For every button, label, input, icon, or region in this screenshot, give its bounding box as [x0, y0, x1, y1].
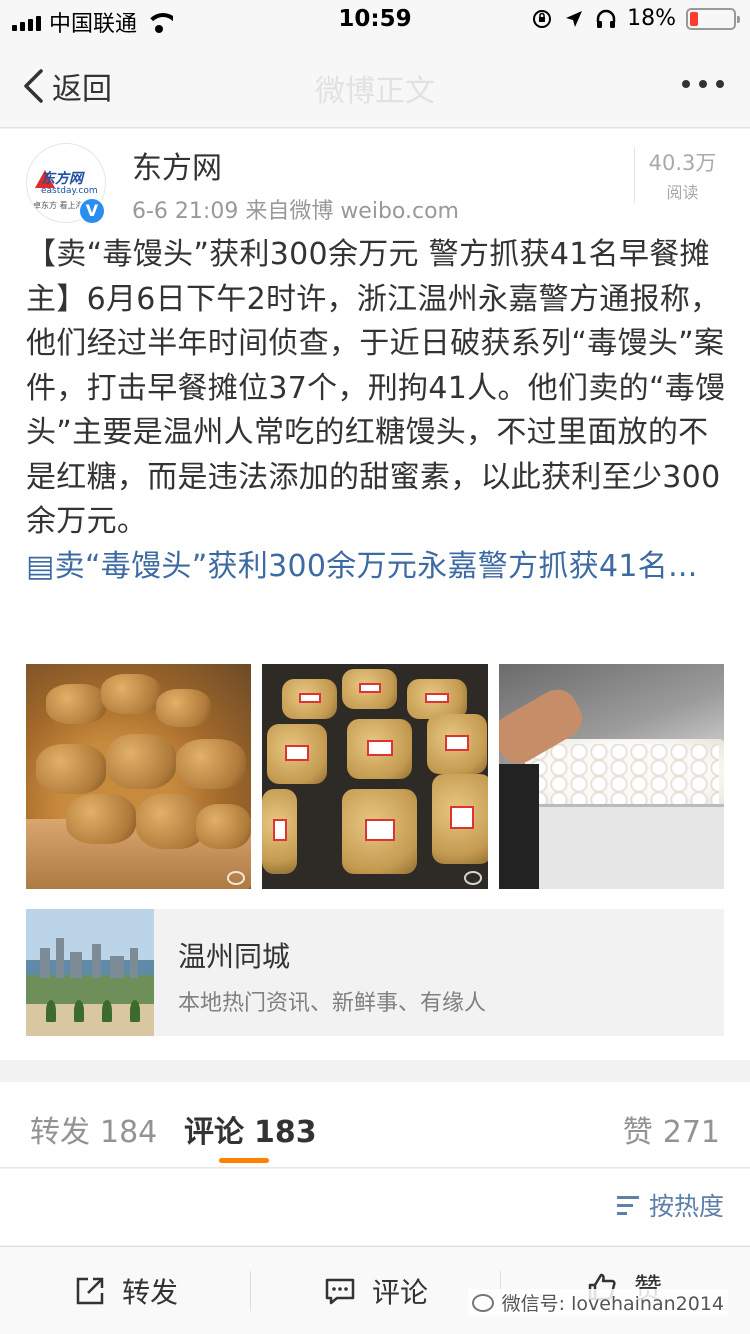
interaction-tabs: 转发 184 评论 183 赞 271 [0, 1082, 750, 1168]
read-count-label: 阅读 [666, 183, 699, 202]
verified-badge-icon: V [78, 197, 106, 225]
comment-icon [325, 1278, 355, 1305]
evidence-bun [262, 789, 298, 874]
sort-icon [616, 1194, 641, 1216]
read-count-number: 40.3万 [648, 151, 717, 175]
tab-likes-count: 271 [662, 1115, 720, 1150]
photo-grid [26, 664, 724, 889]
photo-tagged-buns[interactable] [262, 664, 488, 889]
evidence-bun [282, 679, 338, 719]
sort-row: 按热度 [0, 1169, 750, 1245]
city-thumbnail [26, 909, 154, 1036]
article-link[interactable]: ▤卖“毒馒头”获利300余万元永嘉警方抓获41名... [26, 549, 698, 584]
bun [196, 804, 251, 849]
evidence-bun [342, 789, 418, 874]
weibo-watermark-icon [463, 871, 482, 885]
bun [106, 734, 176, 789]
headphones-icon [596, 9, 616, 28]
active-tab-indicator [219, 1158, 269, 1163]
battery-level [690, 11, 698, 26]
evidence-bun [342, 669, 398, 709]
comment-button[interactable]: 评论 [324, 1271, 428, 1311]
bun [156, 689, 211, 727]
location-link-card[interactable]: 温州同城 本地热门资讯、新鲜事、有缘人 [26, 909, 724, 1036]
tab-repost-label: 转发 [30, 1115, 90, 1150]
post-card: 东方网 eastday.com 卓东方 看上海 看… V 东方网 6-6 21:… [0, 129, 750, 1060]
page-title: 微博正文 [315, 74, 435, 109]
evidence-bun [432, 774, 488, 864]
battery-icon [686, 7, 740, 30]
more-button[interactable] [682, 80, 724, 88]
tab-likes-label: 赞 [622, 1115, 653, 1150]
link-card-subtitle: 本地热门资讯、新鲜事、有缘人 [178, 991, 487, 1016]
wechat-watermark: 微信号: lovehainan2014 [467, 1289, 728, 1316]
tab-comments-count: 183 [254, 1115, 317, 1150]
tab-comments-label: 评论 [184, 1115, 244, 1150]
more-dots-icon [682, 80, 690, 88]
bottom-toolbar: 转发 评论 赞 微信号: lovehainan2014 [0, 1246, 750, 1334]
article-icon: ▤ [26, 548, 55, 584]
person [498, 764, 539, 889]
tab-likes[interactable]: 赞 271 [623, 1107, 720, 1151]
wechat-icon [471, 1293, 494, 1312]
post-meta: 6-6 21:09 来自微博 weibo.com [132, 199, 459, 224]
status-bar: 中国联通 10:59 18% [0, 0, 750, 40]
divider [250, 1271, 251, 1311]
steamed-buns [528, 744, 719, 804]
read-count: 40.3万 阅读 [634, 147, 730, 203]
watermark-text: 微信号: lovehainan2014 [501, 1293, 724, 1315]
sort-label: 按热度 [648, 1192, 724, 1221]
author-name[interactable]: 东方网 [132, 143, 222, 187]
share-icon [76, 1277, 104, 1305]
evidence-bun [267, 724, 328, 784]
avatar-logo-sub: eastday.com [41, 186, 98, 196]
evidence-bun [407, 679, 468, 719]
post-body: 【卖“毒馒头”获利300余万元 警方抓获41名早餐摊主】6月6日下午2时许，浙江… [26, 237, 726, 539]
avatar-logo-text: 东方网 [41, 171, 83, 187]
comment-label: 评论 [372, 1276, 429, 1309]
stove [538, 804, 724, 889]
sort-button[interactable]: 按热度 [616, 1187, 724, 1223]
repost-button[interactable]: 转发 [74, 1271, 178, 1311]
photo-steamer-tray[interactable] [498, 664, 724, 889]
battery-percent: 18% [627, 6, 676, 31]
evidence-bun [347, 719, 413, 779]
navigation-bar: 返回 微博正文 [0, 40, 750, 128]
repost-label: 转发 [122, 1276, 179, 1309]
tab-repost-count: 184 [100, 1115, 158, 1150]
tab-repost[interactable]: 转发 184 [30, 1107, 157, 1151]
photo-buns-steamer[interactable] [26, 664, 252, 889]
bun [101, 674, 161, 714]
tab-comments[interactable]: 评论 183 [184, 1107, 317, 1151]
bun [176, 739, 246, 789]
bun [46, 684, 106, 724]
location-icon [566, 10, 583, 27]
article-link-text: 卖“毒馒头”获利300余万元永嘉警方抓获41名... [54, 548, 698, 584]
link-card-title: 温州同城 [178, 940, 291, 973]
rotation-lock-icon [533, 9, 552, 28]
evidence-bun [427, 714, 488, 774]
bun [36, 744, 106, 794]
bun [66, 794, 136, 844]
status-right: 18% [531, 6, 740, 31]
post-text: 【卖“毒馒头”获利300余万元 警方抓获41名早餐摊主】6月6日下午2时许，浙江… [26, 233, 726, 589]
